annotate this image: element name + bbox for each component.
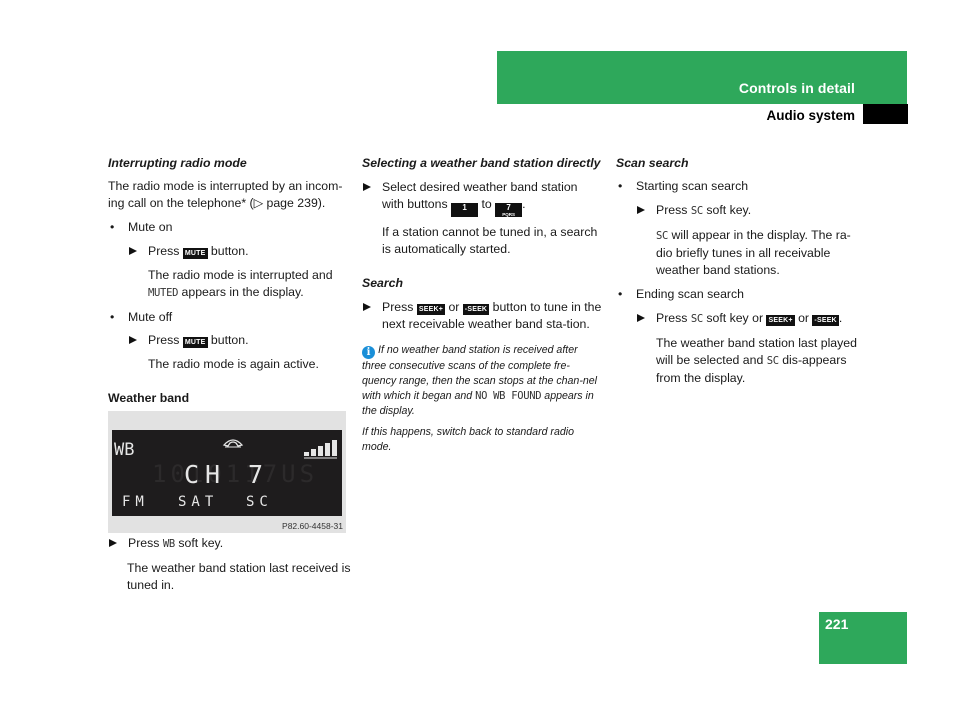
step-text: Press [656,203,688,217]
seek-up-key: SEEK+ [766,315,795,326]
bullet-end-scan: Ending scan search [616,286,861,303]
key-7: 7 PQRS [495,203,523,217]
softkey-sc[interactable]: SC [246,494,273,510]
heading-scan-search: Scan search [616,156,689,170]
band-indicator: WB [114,440,135,460]
key-label: 7 [506,203,511,212]
section-title: Controls in detail [738,80,855,96]
radio-display: 1010117US WB CH 7 FM SAT SC [112,430,342,516]
result-start-scan: SC will appear in the display. The ra-di… [656,227,861,279]
display-text: SC [766,355,779,367]
display-text: MUTED [148,287,179,299]
figure-caption: P82.60-4458-31 [282,521,343,531]
result-text: appears in the display. [181,285,304,299]
result-text: will appear in the display. The ra-dio b… [656,228,851,277]
key-1: 1 [451,203,479,217]
step-wb: Press WB soft key. [108,535,353,553]
channel-label: CH [184,460,227,489]
bullet-start-scan: Starting scan search [616,178,861,195]
signal-bar [318,446,323,456]
step-mute-off: Press MUTE button. [128,332,348,349]
signal-bar [332,440,337,456]
arrow-icon [637,314,645,322]
left-column: Interrupting radio mode The radio mode i… [108,155,348,407]
step-start-scan: Press SC soft key. [636,202,861,220]
softkey-fm[interactable]: FM [122,494,149,510]
step-text: Press [382,300,414,314]
result-select: If a station cannot be tuned in, a searc… [382,225,598,256]
step-text: Press [128,536,160,550]
key-label: 1 [462,203,467,212]
heading-search: Search [362,276,404,290]
result-text: The radio mode is interrupted and [148,268,333,282]
signal-bar [325,443,330,456]
result-mute-on: The radio mode is interrupted and MUTED … [148,267,348,302]
step-text: soft key. [178,536,224,550]
step-text: or [798,311,809,325]
display-text: WB [162,538,175,550]
arrow-icon [363,303,371,311]
step-text: or [448,300,460,314]
page-number: 221 [825,616,849,632]
bullet-mute-off: Mute off [108,309,348,326]
signal-bar [304,452,309,456]
step-text: button. [210,333,249,347]
step-text: . [838,311,843,325]
arrow-icon [129,247,137,255]
heading-selecting: Selecting a weather band station directl… [362,156,601,170]
seek-down-key: -SEEK [462,304,490,315]
info-note: i If no weather band station is received … [362,343,602,419]
signal-bar [311,449,316,456]
info-icon: i [362,346,375,359]
mute-key: MUTE [182,337,208,348]
display-text: SC [656,230,669,242]
arrow-icon [363,183,371,191]
step-text: Press [148,333,180,347]
step-text: Press [148,244,180,258]
mute-key: MUTE [182,248,208,259]
result-end-scan: The weather band station last played wil… [656,335,861,387]
step-mute-on: Press MUTE button. [128,243,348,260]
middle-column: Selecting a weather band station directl… [362,155,602,455]
intro-text: The radio mode is interrupted by an inco… [108,179,343,210]
heading-weather-band: Weather band [108,391,190,405]
result-wb: The weather band station last received i… [127,561,351,592]
step-text: button. [210,244,249,258]
step-text: Press [656,311,688,325]
info-note-followup: If this happens, switch back to standard… [362,426,574,453]
subsection-title: Audio system [766,108,855,123]
step-text: to [481,197,492,211]
display-text: NO WB FOUND [475,390,542,402]
right-column: Scan search Starting scan search Press S… [616,155,861,387]
result-mute-off: The radio mode is again active. [148,357,319,371]
seek-down-key: -SEEK [812,315,839,326]
display-text: SC [690,313,703,325]
step-end-scan: Press SC soft key or SEEK+ or -SEEK. [636,310,861,328]
header-banner [497,51,907,104]
step-text: button to tune in the next receivable we… [382,300,602,331]
signal-strength-icon [304,440,337,459]
key-sublabel: PQRS [502,212,516,217]
weather-band-steps: Press WB soft key. The weather band stat… [108,535,353,594]
display-text: SC [690,205,703,217]
channel-number: 7 [248,460,264,489]
heading-interrupting: Interrupting radio mode [108,156,247,170]
bullet-mute-on: Mute on [108,219,348,236]
seek-up-key: SEEK+ [416,304,446,315]
section-tab-marker [863,104,908,124]
step-select: Select desired weather band station with… [362,179,602,217]
step-text: Select desired weather band station with… [382,180,578,211]
arrow-icon [129,336,137,344]
softkey-sat[interactable]: SAT [178,494,218,510]
ghost-segments: 1010117US [152,460,319,488]
arrow-icon [637,206,645,214]
arrow-icon [109,539,117,547]
step-text: soft key. [706,203,752,217]
step-text: soft key or [706,311,764,325]
phone-hangup-icon [222,439,244,448]
step-search: Press SEEK+ or -SEEK button to tune in t… [362,299,602,333]
